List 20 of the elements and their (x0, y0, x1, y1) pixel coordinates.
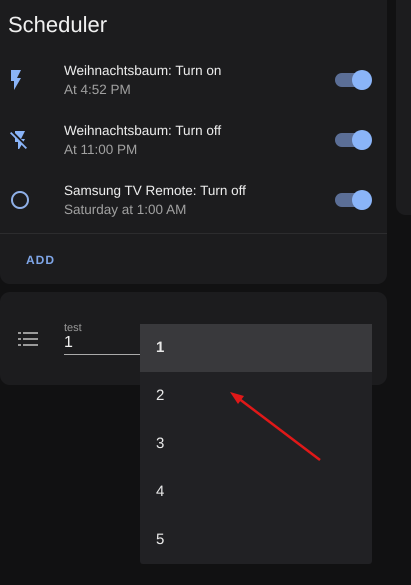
dropdown-option[interactable]: 2 (140, 372, 372, 420)
toggle-switch[interactable] (335, 73, 371, 87)
schedule-time: Saturday at 1:00 AM (64, 202, 188, 217)
lightning-icon (10, 70, 22, 90)
card-title: Scheduler (7, 11, 108, 39)
dropdown-option[interactable]: 3 (140, 420, 372, 468)
add-button[interactable]: ADD (16, 246, 65, 272)
toggle-switch[interactable] (335, 193, 371, 207)
lightning-off-icon (10, 131, 27, 149)
list-icon (18, 332, 38, 346)
schedule-title: Samsung TV Remote: Turn off (64, 183, 247, 198)
circle-icon (10, 190, 30, 210)
dropdown-option[interactable]: 1 (140, 324, 372, 372)
schedule-time: At 11:00 PM (64, 142, 138, 157)
dropdown-option[interactable]: 4 (140, 468, 372, 516)
schedule-title: Weihnachtsbaum: Turn off (64, 123, 222, 138)
dropdown-option[interactable]: 5 (140, 516, 372, 564)
toggle-switch[interactable] (335, 133, 371, 147)
schedule-time: At 4:52 PM (64, 82, 132, 97)
schedule-title: Weihnachtsbaum: Turn on (64, 63, 222, 78)
